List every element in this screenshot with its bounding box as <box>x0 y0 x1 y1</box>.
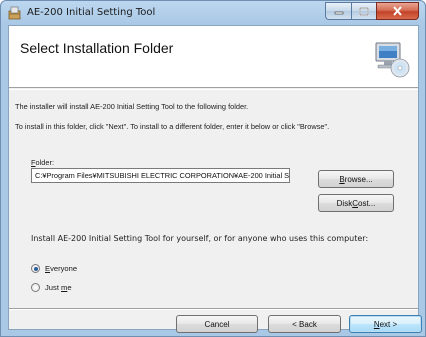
maximize-button[interactable] <box>351 2 376 20</box>
close-button[interactable] <box>376 2 419 20</box>
disk-cost-label-rest: ost... <box>358 198 376 208</box>
disk-cost-label-prefix: Disk <box>336 198 353 208</box>
radio-everyone-label: Everyone <box>45 264 78 273</box>
minimize-icon <box>334 11 343 15</box>
title-bar[interactable]: AE-200 Initial Setting Tool <box>1 1 425 25</box>
radio-just-me[interactable]: Just me <box>31 283 72 292</box>
folder-path-input[interactable]: C:¥Program Files¥MITSUBISHI ELECTRIC COR… <box>31 168 290 183</box>
cancel-button[interactable]: Cancel <box>176 315 258 333</box>
next-button[interactable]: Next > <box>349 315 422 333</box>
disk-cost-button[interactable]: Disk Cost... <box>318 194 394 212</box>
radio-button-selected[interactable] <box>31 264 40 273</box>
installer-app-icon <box>8 6 21 20</box>
back-button[interactable]: < Back <box>268 315 341 333</box>
header-banner: Select Installation Folder <box>9 26 418 88</box>
minimize-button[interactable] <box>325 2 351 20</box>
close-icon <box>393 6 402 16</box>
computer-disc-icon <box>375 42 410 78</box>
browse-button[interactable]: Browse... <box>318 170 394 188</box>
description-line-1: The installer will install AE-200 Initia… <box>15 102 249 111</box>
page-title: Select Installation Folder <box>20 40 174 56</box>
maximize-icon <box>359 6 369 16</box>
banner-divider <box>9 89 418 90</box>
installer-window: AE-200 Initial Setting Tool Select Insta… <box>0 0 426 337</box>
radio-everyone[interactable]: Everyone <box>31 264 77 273</box>
next-label: ext > <box>379 319 398 329</box>
caption-buttons <box>325 2 419 20</box>
window-title: AE-200 Initial Setting Tool <box>27 7 156 18</box>
radio-button[interactable] <box>31 283 40 292</box>
folder-label-rest: older: <box>35 158 55 167</box>
radio-just-me-label: Just me <box>45 283 72 292</box>
install-for-prompt: Install AE-200 Initial Setting Tool for … <box>31 234 369 243</box>
description-line-2: To install in this folder, click "Next".… <box>15 122 330 131</box>
browse-label: rowse... <box>344 174 373 184</box>
dialog-client-area: Select Installation Folder The installer… <box>8 25 422 333</box>
footer-divider-highlight <box>9 309 418 310</box>
folder-label: Folder: <box>31 158 54 167</box>
